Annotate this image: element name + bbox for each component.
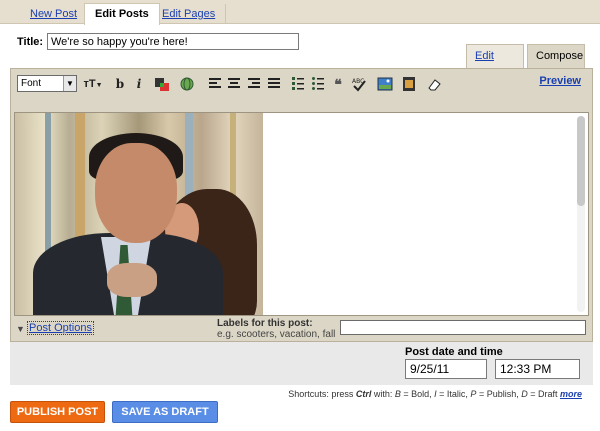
font-select[interactable]: Font ▼ (17, 75, 77, 92)
man-face (95, 143, 177, 243)
chevron-down-icon: ▼ (63, 76, 76, 91)
triangle-down-icon[interactable]: ▼ (16, 324, 25, 334)
bold-button[interactable]: b (114, 76, 126, 92)
labels-hint: e.g. scooters, vacation, fall (217, 329, 336, 340)
labels-input[interactable] (340, 320, 586, 335)
post-time-input[interactable] (495, 359, 580, 379)
numbered-list-button[interactable] (291, 76, 305, 92)
spellcheck-icon: ABC (352, 78, 366, 92)
eraser-icon (428, 79, 441, 91)
post-date-input[interactable] (405, 359, 487, 379)
title-label: Title: (17, 36, 44, 48)
shortcuts-hint: Shortcuts: press Ctrl with: B = Bold, I … (288, 389, 582, 399)
justify-button[interactable] (267, 76, 281, 92)
blockquote-button[interactable]: ❝ (331, 76, 345, 92)
tab-new-post[interactable]: New Post (20, 4, 89, 24)
hand (107, 263, 157, 297)
shortcuts-italic: = Italic, (436, 389, 471, 399)
align-right-icon (248, 78, 260, 88)
shortcuts-more-link[interactable]: more (560, 389, 582, 399)
shortcuts-bold: = Bold, (400, 389, 435, 399)
spellcheck-button[interactable]: ABC (351, 76, 367, 92)
tab-edit-pages[interactable]: Edit Pages (152, 4, 227, 24)
align-center-icon (228, 78, 240, 88)
scroll-thumb[interactable] (577, 116, 585, 206)
formatting-toolbar: Font ▼ тT▼ b i ❝ ABC Preview (11, 69, 592, 101)
shortcuts-ctrl: Ctrl (355, 389, 372, 399)
insert-image-button[interactable] (377, 76, 393, 92)
text-size-icon: тT (83, 78, 96, 90)
labels-title: Labels for this post: (217, 318, 313, 329)
shortcuts-draft: = Draft (527, 389, 560, 399)
insert-video-button[interactable] (402, 76, 416, 92)
post-options-link[interactable]: Post Options (27, 321, 94, 335)
preview-link[interactable]: Preview (539, 75, 581, 87)
bullet-list-button[interactable] (311, 76, 325, 92)
align-right-button[interactable] (247, 76, 261, 92)
editor-panel: Font ▼ тT▼ b i ❝ ABC Preview ▼ Post Opti… (10, 68, 593, 342)
shortcuts-with: with: (371, 389, 395, 399)
tab-compose[interactable]: Compose (527, 44, 585, 68)
chevron-down-icon: ▼ (95, 82, 103, 89)
shortcuts-prefix: Shortcuts: press (288, 389, 356, 399)
title-input[interactable] (47, 33, 299, 50)
text-color-button[interactable] (154, 76, 170, 92)
tab-edit-html[interactable]: Edit Html (466, 44, 524, 84)
shortcuts-publish: = Publish, (476, 389, 522, 399)
compose-area[interactable] (14, 112, 589, 316)
post-date-label: Post date and time (405, 346, 503, 358)
text-size-button[interactable]: тT▼ (83, 76, 103, 92)
tab-edit-posts[interactable]: Edit Posts (84, 3, 160, 25)
post-tabs: New Post Edit Posts Edit Pages (0, 0, 600, 25)
compose-scrollbar[interactable] (577, 116, 585, 312)
remove-formatting-button[interactable] (426, 76, 442, 92)
post-editor-page: { "tabs": { "new_post": "New Post", "edi… (0, 0, 600, 431)
numbered-list-icon (292, 77, 304, 90)
save-draft-button[interactable]: SAVE AS DRAFT (112, 401, 218, 423)
align-left-icon (209, 78, 221, 88)
align-left-button[interactable] (208, 76, 222, 92)
text-color-icon (155, 78, 169, 91)
globe-link-icon (180, 77, 194, 91)
align-center-button[interactable] (227, 76, 241, 92)
link-button[interactable] (179, 76, 195, 92)
post-photo[interactable] (15, 113, 263, 315)
font-select-value: Font (21, 78, 42, 89)
film-icon (403, 77, 415, 91)
justify-icon (268, 78, 280, 88)
quote-icon: ❝ (334, 76, 342, 92)
publish-post-button[interactable]: PUBLISH POST (10, 401, 105, 423)
italic-button[interactable]: i (134, 76, 144, 92)
post-options-row: ▼ Post Options Labels for this post: e.g… (11, 318, 592, 342)
image-icon (377, 77, 393, 91)
bullet-list-icon (312, 77, 324, 90)
post-date-panel: Post date and time (10, 342, 593, 385)
